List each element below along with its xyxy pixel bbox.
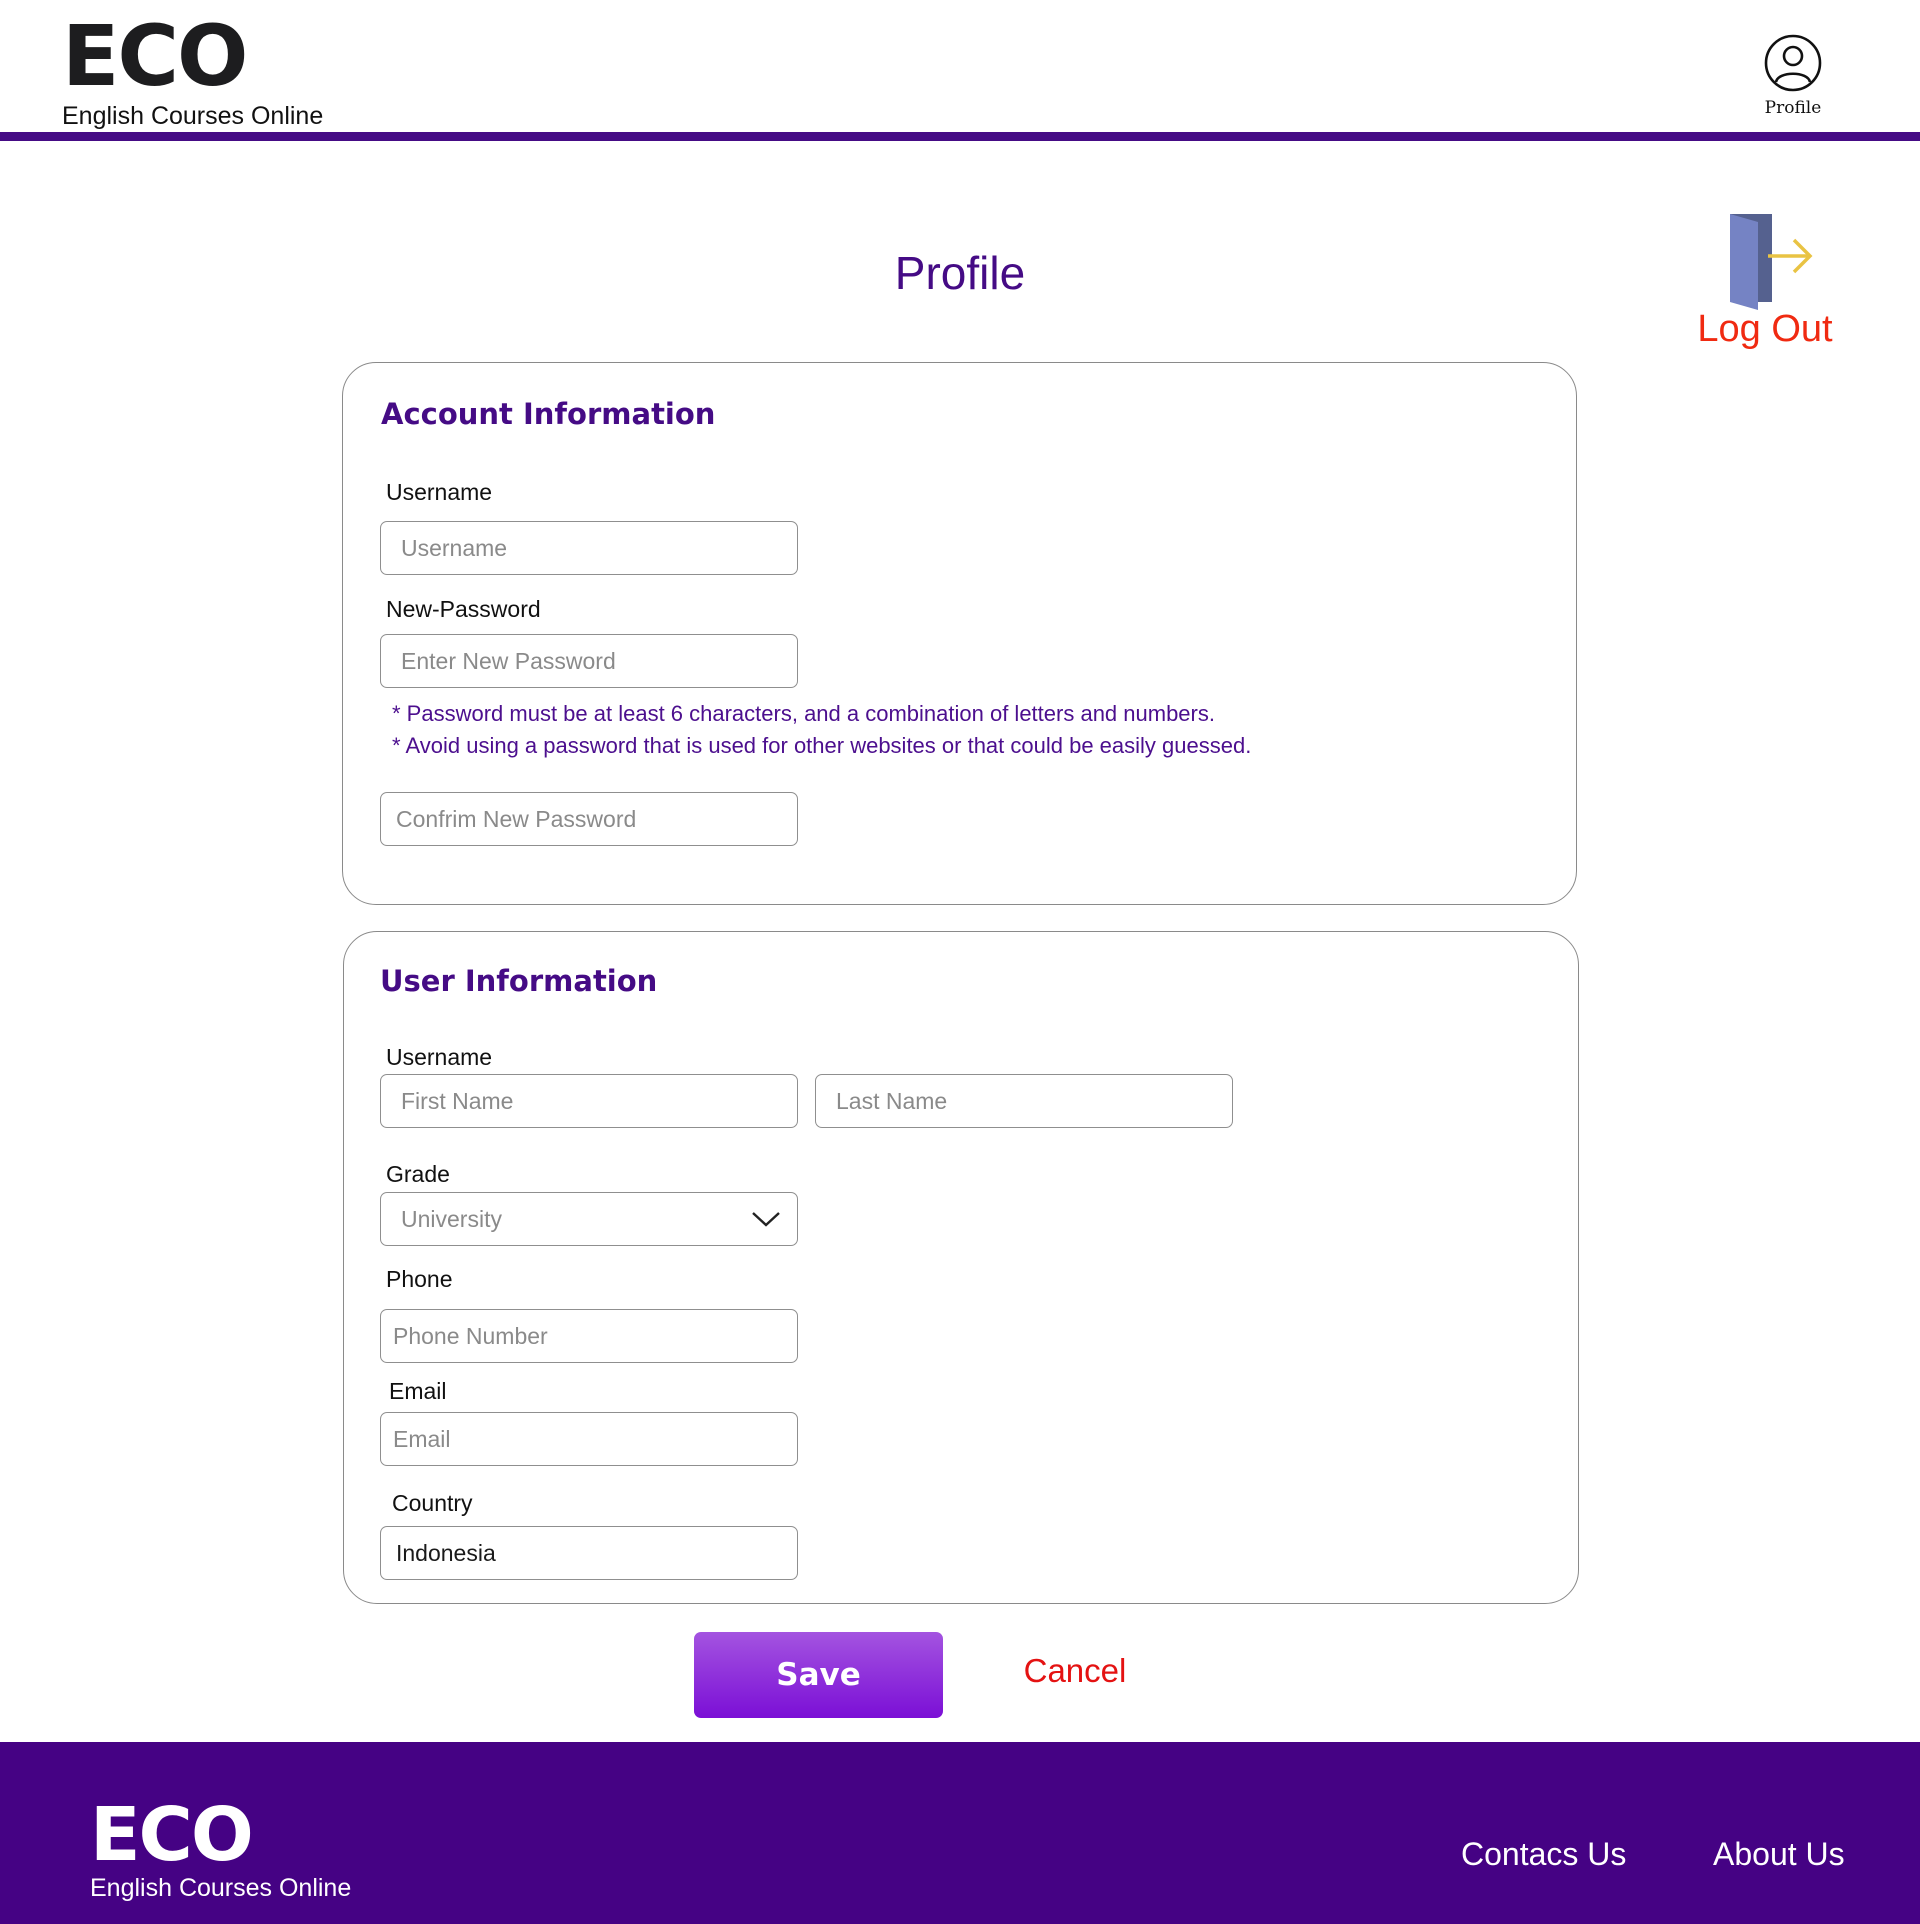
user-information-title: User Information — [380, 964, 658, 998]
page-title: Profile — [894, 247, 1026, 299]
profile-nav-button[interactable]: Profile — [1760, 34, 1826, 118]
last-name-input[interactable]: Last Name — [815, 1074, 1233, 1128]
account-information-card: Account Information Username Username Ne… — [342, 362, 1577, 905]
confirm-password-input[interactable]: Confrim New Password — [380, 792, 798, 846]
logout-button[interactable]: Log Out — [1690, 210, 1840, 351]
name-label: Username — [386, 1044, 493, 1070]
footer-logo-mark: ECO — [90, 1792, 254, 1878]
phone-input[interactable]: Phone Number — [380, 1309, 798, 1363]
site-logo[interactable]: ECO English Courses Online — [62, 14, 323, 131]
email-label: Email — [389, 1378, 447, 1404]
account-information-title: Account Information — [381, 397, 716, 431]
grade-select-value: University — [401, 1205, 502, 1232]
new-password-input[interactable]: Enter New Password — [380, 634, 798, 688]
door-exit-icon — [1730, 214, 1813, 310]
footer-logo-subtitle: English Courses Online — [90, 1874, 352, 1902]
country-label: Country — [392, 1490, 473, 1516]
contact-us-link[interactable]: Contacs Us — [1461, 1836, 1626, 1873]
about-us-link[interactable]: About Us — [1713, 1836, 1845, 1873]
first-name-input[interactable]: First Name — [380, 1074, 798, 1128]
password-hint-length: * Password must be at least 6 characters… — [392, 701, 1215, 726]
grade-label: Grade — [386, 1161, 450, 1187]
logo-subtitle: English Courses Online — [62, 102, 324, 130]
user-circle-icon — [1764, 34, 1822, 92]
logout-label: Log Out — [1697, 308, 1833, 350]
grade-select[interactable]: University — [380, 1192, 798, 1246]
site-footer: ECO English Courses Online Contacs Us Ab… — [0, 1742, 1920, 1924]
email-input[interactable]: Email — [380, 1412, 798, 1466]
logo-mark: ECO — [62, 7, 248, 105]
site-header: ECO English Courses Online Profile — [0, 0, 1920, 141]
footer-logo[interactable]: ECO English Courses Online — [90, 1798, 351, 1903]
country-input[interactable]: Indonesia — [380, 1526, 798, 1580]
chevron-down-icon — [752, 1212, 780, 1227]
header-divider — [0, 132, 1920, 141]
username-label: Username — [386, 479, 493, 505]
cancel-button[interactable]: Cancel — [1000, 1652, 1150, 1690]
save-button[interactable]: Save — [694, 1632, 943, 1718]
user-information-card: User Information Username First Name Las… — [343, 931, 1579, 1604]
password-hint-reuse: * Avoid using a password that is used fo… — [392, 733, 1252, 758]
phone-label: Phone — [386, 1266, 453, 1292]
username-input[interactable]: Username — [380, 521, 798, 575]
profile-nav-label: Profile — [1764, 98, 1822, 118]
new-password-label: New-Password — [386, 596, 541, 622]
